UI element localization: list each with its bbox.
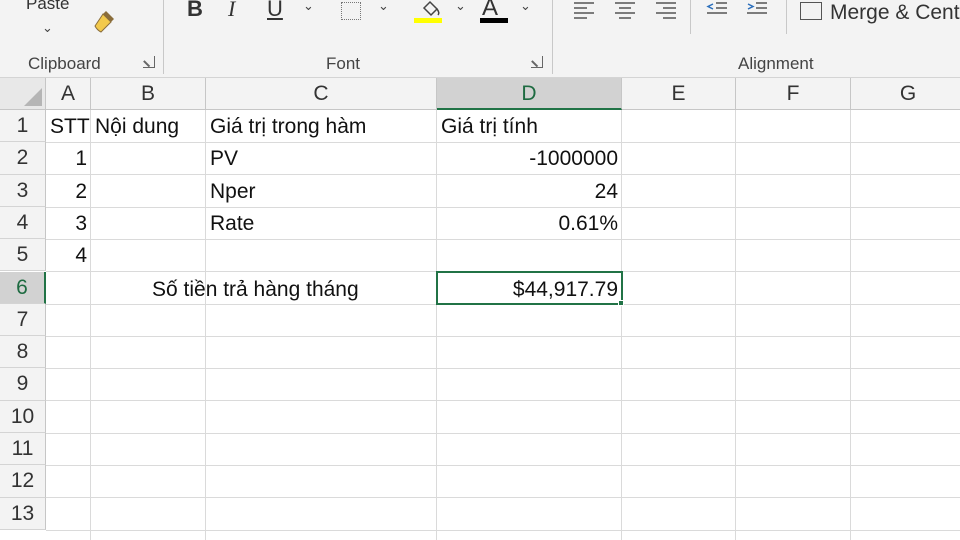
ribbon-separator — [163, 0, 164, 74]
row-header-3[interactable]: 3 — [0, 174, 46, 207]
font-color-dropdown-chevron-down-icon[interactable]: ⌄ — [520, 0, 531, 14]
gridline — [46, 497, 960, 499]
cell-c2[interactable]: PV — [206, 143, 437, 175]
borders-icon[interactable] — [341, 2, 361, 20]
paste-dropdown-chevron-down-icon[interactable]: ⌄ — [42, 20, 53, 36]
gridline — [46, 529, 960, 531]
ribbon-separator — [552, 0, 553, 74]
gridline — [46, 432, 960, 434]
cell-d4[interactable]: 0.61% — [437, 208, 622, 240]
column-header-b[interactable]: B — [91, 78, 206, 110]
fill-handle[interactable] — [618, 300, 624, 306]
row-header-11[interactable]: 11 — [0, 433, 46, 466]
align-left-icon[interactable] — [573, 0, 595, 20]
clipboard-group-label: Clipboard — [28, 54, 101, 73]
row-header-13[interactable]: 13 — [0, 497, 46, 530]
gridline — [46, 465, 960, 466]
font-color-swatch — [480, 18, 508, 23]
cell-a2[interactable]: 1 — [46, 143, 91, 175]
paste-button[interactable]: Paste — [26, 0, 69, 14]
column-header-d[interactable]: D — [437, 78, 622, 110]
cell-d2[interactable]: -1000000 — [437, 143, 622, 175]
align-right-icon[interactable] — [655, 0, 677, 20]
row-header-2[interactable]: 2 — [0, 142, 46, 175]
borders-dropdown-chevron-down-icon[interactable]: ⌄ — [378, 0, 389, 14]
column-header-c[interactable]: C — [206, 78, 437, 110]
font-dialog-launcher-icon[interactable] — [531, 56, 543, 68]
ribbon-separator — [786, 0, 787, 34]
merge-center-icon[interactable] — [800, 2, 822, 20]
active-cell-border — [436, 271, 623, 305]
underline-button[interactable]: U — [267, 0, 283, 22]
italic-button[interactable]: I — [228, 0, 235, 22]
select-all-triangle-icon — [24, 88, 42, 106]
cell-c1[interactable]: Giá trị trong hàm — [206, 111, 437, 143]
column-header-e[interactable]: E — [622, 78, 736, 110]
fill-color-dropdown-chevron-down-icon[interactable]: ⌄ — [455, 0, 466, 14]
row-header-6[interactable]: 6 — [0, 271, 46, 304]
column-header-g[interactable]: G — [851, 78, 960, 110]
row-header-5[interactable]: 5 — [0, 239, 46, 272]
font-group-label: Font — [326, 54, 361, 73]
clipboard-dialog-launcher-icon[interactable] — [143, 56, 155, 68]
cell-c3[interactable]: Nper — [206, 176, 437, 208]
decrease-indent-icon[interactable] — [706, 0, 728, 20]
row-header-4[interactable]: 4 — [0, 206, 46, 240]
alignment-group-label: Alignment — [738, 54, 814, 73]
merge-center-button[interactable]: Merge & Cent — [830, 1, 960, 25]
cell-b6-merged[interactable]: Số tiền trả hàng tháng — [148, 274, 438, 306]
cell-b1[interactable]: Nội dung — [91, 111, 206, 143]
row-header-1[interactable]: 1 — [0, 110, 46, 143]
row-header-7[interactable]: 7 — [0, 303, 46, 337]
gridline — [46, 400, 960, 402]
row-header-10[interactable]: 10 — [0, 400, 46, 433]
row-header-8[interactable]: 8 — [0, 336, 46, 369]
spreadsheet-grid[interactable]: A B C D E F G 1 2 3 4 5 6 7 8 9 10 11 12… — [0, 78, 960, 540]
row-header-12[interactable]: 12 — [0, 465, 46, 498]
increase-indent-icon[interactable] — [746, 0, 768, 20]
align-center-icon[interactable] — [614, 0, 636, 20]
cell-d3[interactable]: 24 — [437, 176, 622, 208]
underline-dropdown-chevron-down-icon[interactable]: ⌄ — [303, 0, 314, 14]
cell-c4[interactable]: Rate — [206, 208, 437, 240]
row-header-9[interactable]: 9 — [0, 368, 46, 401]
cell-a5[interactable]: 4 — [46, 240, 91, 272]
cell-a4[interactable]: 3 — [46, 208, 91, 240]
bold-button[interactable]: B — [187, 0, 203, 22]
ribbon: Paste ⌄ Clipboard B I U ⌄ ⌄ ⌄ A ⌄ Font M… — [0, 0, 960, 78]
fill-color-swatch — [414, 18, 442, 23]
format-painter-icon[interactable] — [92, 8, 118, 34]
cell-a3[interactable]: 2 — [46, 176, 91, 208]
column-header-f[interactable]: F — [736, 78, 851, 110]
ribbon-separator — [690, 0, 691, 34]
select-all-button[interactable] — [0, 78, 46, 110]
cell-d1[interactable]: Giá trị tính — [437, 111, 622, 143]
gridline — [46, 335, 960, 337]
column-header-a[interactable]: A — [46, 78, 91, 110]
gridline — [46, 368, 960, 370]
